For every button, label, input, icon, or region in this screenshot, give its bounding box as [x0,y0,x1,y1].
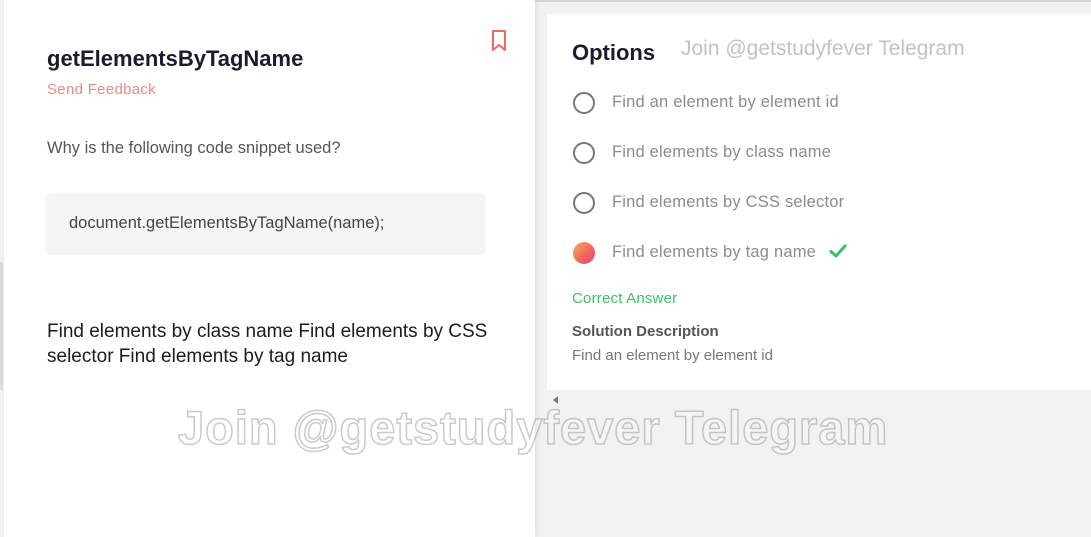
watermark: Join @getstudyfever Telegram [177,400,889,455]
options-panel: Options Join @getstudyfever Telegram Fin… [547,14,1091,390]
question-prompt: Why is the following code snippet used? [47,139,341,157]
checkmark-icon [829,244,847,258]
option-4[interactable]: Find elements by tag name [572,240,1072,266]
radio-button[interactable] [573,92,595,114]
question-title: getElementsByTagName [47,46,304,71]
solution-title: Solution Description [572,323,719,340]
radio-button[interactable] [573,192,595,214]
option-label: Find elements by tag name [612,243,817,261]
options-title: Options [572,40,656,65]
option-2[interactable]: Find elements by class name [572,140,1072,166]
option-label: Find elements by class name [612,143,832,161]
send-feedback-link[interactable]: Send Feedback [47,81,156,98]
radio-button-selected[interactable] [573,242,595,264]
code-snippet: document.getElementsByTagName(name); [47,193,484,253]
bookmark-icon[interactable] [488,29,510,53]
code-text: document.getElementsByTagName(name); [69,214,385,232]
question-panel: getElementsByTagName Send Feedback Why i… [4,0,535,537]
option-label: Find an element by element id [612,93,839,111]
options-watermark: Join @getstudyfever Telegram [681,37,965,60]
answer-text: Find elements by class name Find element… [47,321,488,367]
option-1[interactable]: Find an element by element id [572,90,1072,116]
option-label: Find elements by CSS selector [612,193,845,211]
top-divider [535,0,1091,2]
left-edge-strip [0,262,3,390]
correct-answer-label: Correct Answer [572,290,678,307]
radio-button[interactable] [573,142,595,164]
solution-text: Find an element by element id [572,347,773,364]
option-3[interactable]: Find elements by CSS selector [572,190,1072,216]
